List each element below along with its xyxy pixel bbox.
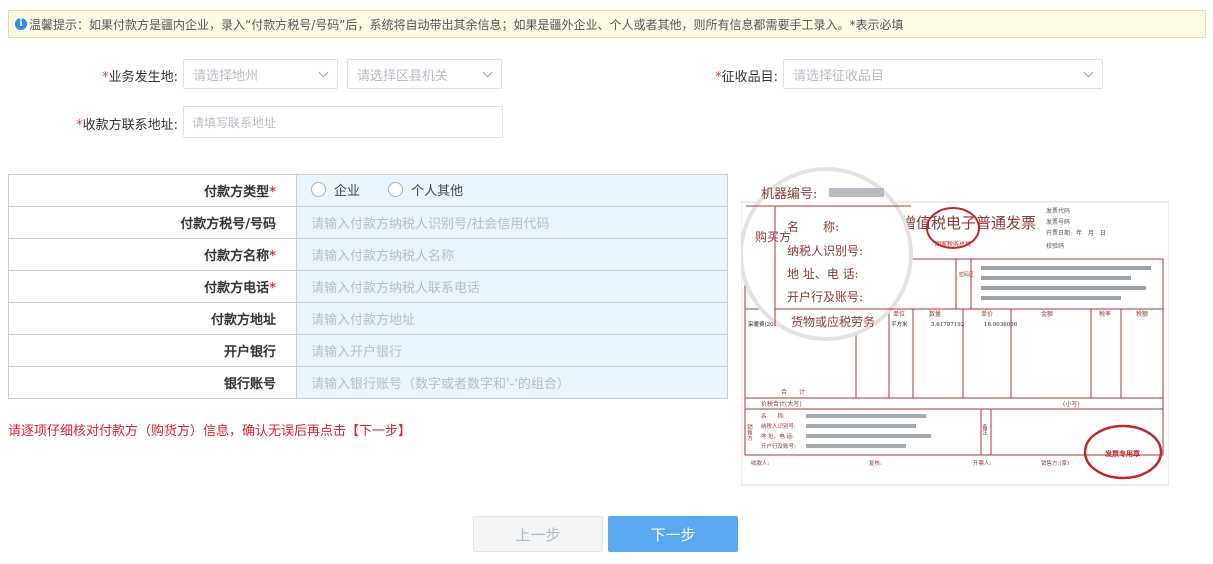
machine-number-label: 机器编号:: [761, 187, 817, 202]
svg-text:地 址、电 话:: 地 址、电 话:: [787, 267, 859, 281]
svg-text:名 称:: 名 称:: [761, 412, 785, 420]
svg-text:单价: 单价: [981, 310, 993, 318]
svg-text:开票人:: 开票人:: [973, 460, 992, 467]
blurred-machine-number: [829, 188, 884, 197]
remarks-label: 备注: [981, 423, 988, 437]
svg-text:发票代码: 发票代码: [1046, 207, 1070, 215]
table-row: 付款方地址 请输入付款方地址: [8, 302, 728, 335]
svg-text:平方米: 平方米: [891, 320, 908, 328]
svg-text:购买方: 购买方: [755, 229, 791, 244]
sample-invoice-image: 增值税电子普通发票 国家税务总局 发票代码 发票号码 开票日期: 校验码 年 月…: [741, 167, 1169, 486]
business-location-label: *业务发生地:: [102, 70, 178, 85]
seller-stamp-text: 发票专用章: [1104, 449, 1140, 458]
payee-address-label: *收款方联系地址:: [76, 118, 178, 133]
chevron-down-icon: [482, 67, 493, 78]
table-row: 开户银行 请输入开户银行: [8, 334, 728, 367]
payee-address-input[interactable]: 请填写联系地址: [183, 106, 503, 138]
table-row: 付款方名称* 请输入付款方纳税人名称: [8, 238, 728, 271]
bank-name-input[interactable]: 请输入开户银行: [296, 334, 728, 367]
payer-phone-input[interactable]: 请输入付款方纳税人联系电话: [296, 270, 728, 303]
svg-text:发票号码: 发票号码: [1046, 218, 1070, 226]
radio-individual-other[interactable]: 个人其他: [388, 180, 463, 199]
seller-side-label: 销售方: [746, 423, 753, 442]
total-words-label: 价税合计(大写): [761, 400, 802, 408]
payer-name-input[interactable]: 请输入付款方纳税人名称: [296, 238, 728, 271]
svg-text:收款人:: 收款人:: [751, 459, 770, 467]
info-icon: i: [15, 18, 27, 30]
payer-address-input[interactable]: 请输入付款方地址: [296, 302, 728, 335]
svg-text:税率: 税率: [1099, 310, 1111, 318]
svg-text:名 称:: 名 称:: [787, 219, 839, 234]
svg-text:年 月 日: 年 月 日: [1076, 229, 1106, 237]
radio-enterprise[interactable]: 企业: [311, 180, 360, 199]
chevron-down-icon: [1083, 67, 1094, 78]
table-row: 银行账号 请输入银行账号（数字或者数字和'-'的组合）: [8, 366, 728, 399]
district-select[interactable]: 请选择区县机关: [347, 59, 502, 89]
payer-name-label: 付款方名称*: [8, 238, 297, 271]
chevron-down-icon: [318, 67, 329, 78]
svg-text:开户行及账号:: 开户行及账号:: [787, 289, 863, 304]
payer-form-table: 付款方类型* 企业 个人其他 付款方税号/号码 请输入付款方纳税人识别号/社会信…: [8, 174, 728, 399]
next-step-button[interactable]: 下一步: [608, 516, 738, 552]
bank-account-label: 银行账号: [8, 366, 297, 399]
payer-phone-label: 付款方电话*: [8, 270, 297, 303]
svg-text:16.0036036: 16.0036036: [984, 322, 1018, 328]
payer-tax-id-input[interactable]: 请输入付款方纳税人识别号/社会信用代码: [296, 206, 728, 239]
subtotal-label: 合 计: [781, 388, 805, 396]
svg-text:开票日期:: 开票日期:: [1046, 229, 1072, 237]
payer-type-field: 企业 个人其他: [296, 174, 728, 207]
svg-text:地 址、电 话:: 地 址、电 话:: [761, 432, 794, 440]
svg-text:纳税人识别号:: 纳税人识别号:: [761, 422, 796, 430]
notice-bar: i 温馨提示：如果付款方是疆内企业，录入“付款方税号/号码”后，系统将自动带出其…: [8, 10, 1206, 38]
password-area: 密码区: [959, 271, 974, 278]
svg-text:纳税人识别号:: 纳税人识别号:: [787, 244, 863, 258]
total-small-label: (小写): [1063, 400, 1080, 408]
verify-warning: 请逐项仔细核对付款方（购货方）信息，确认无误后再点击【下一步】: [8, 424, 412, 439]
bank-name-label: 开户银行: [8, 334, 297, 367]
city-select[interactable]: 请选择地州: [183, 59, 338, 89]
notice-text: 温馨提示：如果付款方是疆内企业，录入“付款方税号/号码”后，系统将自动带出其余信…: [29, 17, 904, 32]
svg-text:校验码: 校验码: [1046, 242, 1064, 250]
top-stamp-text: 国家税务总局: [935, 240, 971, 248]
radio-circle-icon: [311, 182, 326, 197]
invoice-title: 增值税电子普通发票: [901, 214, 1036, 232]
payer-address-label: 付款方地址: [8, 302, 297, 335]
table-row: 付款方类型* 企业 个人其他: [8, 174, 728, 207]
goods-header: 货物或应税劳务: [791, 314, 875, 329]
collection-item-select[interactable]: 请选择征收品目: [783, 59, 1103, 89]
svg-text:数量: 数量: [929, 310, 941, 318]
collection-item-label: *征收品目:: [715, 70, 778, 85]
table-row: 付款方税号/号码 请输入付款方纳税人识别号/社会信用代码: [8, 206, 728, 239]
table-row: 付款方电话* 请输入付款方纳税人联系电话: [8, 270, 728, 303]
buyer-side-label: 购买方: [755, 229, 791, 244]
svg-text:税额: 税额: [1136, 310, 1148, 318]
payer-type-label: 付款方类型*: [8, 174, 297, 207]
svg-text:复核:: 复核:: [869, 459, 882, 467]
payer-tax-id-label: 付款方税号/号码: [8, 206, 297, 239]
svg-text:金额: 金额: [1041, 310, 1053, 318]
svg-text:单位: 单位: [893, 310, 905, 318]
bank-account-input[interactable]: 请输入银行账号（数字或者数字和'-'的组合）: [296, 366, 728, 399]
prev-step-button[interactable]: 上一步: [473, 516, 603, 552]
svg-text:开户行及账号:: 开户行及账号:: [761, 442, 796, 450]
svg-text:销售方:(章): 销售方:(章): [1041, 459, 1069, 467]
svg-text:5.61797192: 5.61797192: [931, 322, 964, 328]
radio-circle-icon: [388, 182, 404, 197]
